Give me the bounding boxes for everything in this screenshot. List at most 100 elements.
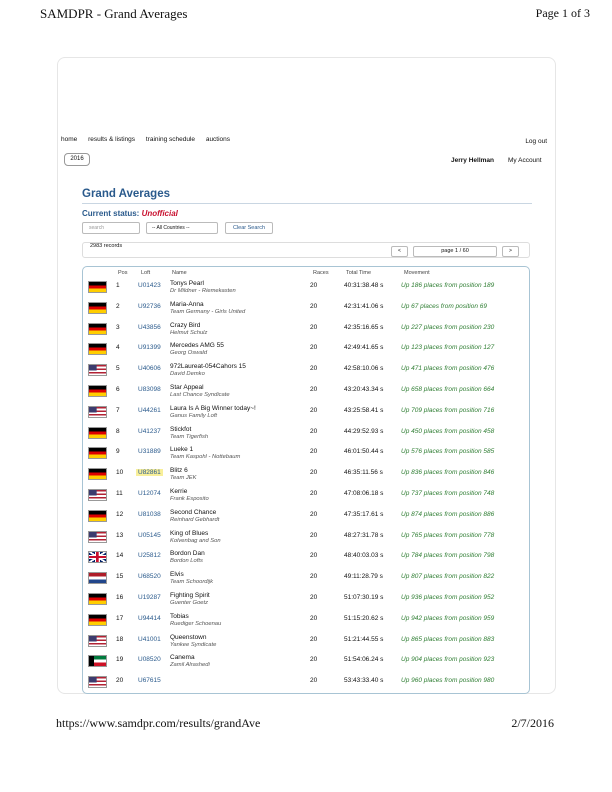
flag-icon [88, 509, 107, 522]
row-movement: Up 576 places from position 585 [401, 448, 495, 456]
row-loft-link[interactable]: U43856 [138, 324, 161, 331]
table-row[interactable]: 19 U08520 Canema Zamil Alrashedi 20 51:54:06.… [84, 653, 528, 674]
row-races: 20 [310, 594, 318, 601]
row-bird-name[interactable]: Lueke 1 [170, 446, 193, 453]
row-loft-link[interactable]: U44261 [138, 407, 161, 414]
row-owner: Team Tigerfish [170, 433, 209, 440]
table-row[interactable]: 4 U91399 Mercedes AMG 55 Georg Oswald 20 42:4… [84, 341, 528, 362]
row-movement: Up 227 places from position 230 [401, 323, 495, 331]
table-row[interactable]: 11 U12074 Kerrie Frank Esposito 20 47:08:06.1… [84, 487, 528, 508]
user-name: Jerry Hellman [451, 157, 494, 164]
flag-icon [88, 385, 107, 397]
row-bird-name[interactable]: Canema [170, 654, 195, 661]
row-bird-name[interactable]: Stickfot [170, 426, 191, 433]
status-value: Unofficial [141, 209, 178, 218]
table-row[interactable]: 1 U01423 Tonys Pearl Dr Mildner - Riemekast… [84, 279, 528, 300]
clear-search-button[interactable]: Clear Search [225, 222, 273, 234]
row-loft-link[interactable]: U12074 [138, 490, 161, 497]
row-bird-name[interactable]: Blitz 6 [170, 467, 188, 474]
row-total-time: 48:27:31.78 s [344, 531, 384, 539]
search-input[interactable]: search [82, 222, 140, 234]
row-bird-name[interactable]: Mercedes AMG 55 [170, 342, 224, 349]
row-movement: Up 807 places from position 822 [401, 573, 495, 581]
row-bird-name[interactable]: Laura Is A Big Winner today~! [170, 405, 256, 412]
table-row[interactable]: 20 U67615 20 53:43:33.40 s Up 960 places fro… [84, 674, 528, 695]
row-bird-name[interactable]: Star Appeal [170, 384, 204, 391]
row-position: 4 [116, 344, 120, 352]
table-row[interactable]: 10 U82861 Blitz 6 Team JEK 20 46:35:11.56 s Up… [84, 466, 528, 487]
row-loft-link[interactable]: U19287 [138, 594, 161, 601]
records-count: 2983 records [90, 243, 123, 249]
table-row[interactable]: 9 U31889 Lueke 1 Team Kaspohl - Nottebaum 20… [84, 445, 528, 466]
next-page-button[interactable]: > [502, 246, 519, 257]
table-row[interactable]: 12 U81038 Second Chance Reinhard Gebhardt 20… [84, 508, 528, 529]
row-bird-name[interactable]: Kerrie [170, 488, 187, 495]
row-loft-link[interactable]: U94414 [138, 615, 161, 622]
row-position: 14 [116, 552, 124, 560]
row-loft-link[interactable]: U67615 [138, 677, 161, 684]
row-position: 15 [116, 573, 124, 581]
row-owner: Team Schoordijk [170, 579, 213, 586]
season-selector[interactable]: 2016 [64, 153, 90, 166]
row-races: 20 [310, 282, 318, 289]
row-bird-name[interactable]: Fighting Spirit [170, 592, 210, 599]
logout-link[interactable]: Log out [525, 138, 547, 145]
row-loft-link[interactable]: U41001 [138, 636, 161, 643]
row-loft-link[interactable]: U31889 [138, 448, 161, 455]
row-bird-name[interactable]: 972Laureat-054Cahors 15 [170, 363, 246, 370]
country-filter-select[interactable]: -- All Countries -- [146, 222, 218, 234]
row-loft-link[interactable]: U25812 [138, 552, 161, 559]
row-position: 3 [116, 323, 120, 331]
row-loft-link[interactable]: U91399 [138, 344, 161, 351]
row-total-time: 42:31:41.06 s [344, 302, 384, 310]
flag-icon [88, 468, 107, 481]
row-races: 20 [310, 573, 318, 581]
row-position: 10 [116, 469, 124, 477]
row-races: 20 [310, 302, 318, 310]
table-row[interactable]: 5 U40606 972Laureat-054Cahors 15 David Demk… [84, 362, 528, 383]
nav-auctions[interactable]: auctions [206, 136, 230, 143]
row-loft-link[interactable]: U83098 [138, 386, 161, 393]
row-bird-name[interactable]: Maria-Anna [170, 301, 204, 308]
my-account-link[interactable]: My Account [508, 157, 542, 164]
row-loft-link[interactable]: U82861 [136, 469, 163, 477]
row-bird-name[interactable]: Bordon Dan [170, 550, 205, 557]
print-date: 2/7/2016 [511, 716, 554, 730]
nav-results-listings[interactable]: results & listings [88, 136, 135, 143]
row-loft-link[interactable]: U41237 [138, 428, 161, 435]
table-row[interactable]: 2 U92736 Maria-Anna Team Germany - Girls Un… [84, 300, 528, 321]
row-loft-link[interactable]: U92736 [138, 303, 161, 310]
row-bird-name[interactable]: Queenstown [170, 634, 207, 641]
row-position: 17 [116, 614, 124, 622]
row-total-time: 47:35:17.61 s [344, 510, 384, 518]
row-movement: Up 123 places from position 127 [401, 344, 495, 352]
row-loft-link[interactable]: U81038 [138, 511, 161, 518]
table-row[interactable]: 14 U25812 Bordon Dan Bordon Lofts 20 48:40:03… [84, 549, 528, 570]
row-bird-name[interactable]: Elvis [170, 571, 184, 578]
table-row[interactable]: 17 U94414 Tobias Ruediger Schoenau 20 51:15:2… [84, 612, 528, 633]
table-row[interactable]: 13 U05145 King of Blues Kolvenbag and Son 20… [84, 529, 528, 550]
row-loft-link[interactable]: U05145 [138, 532, 161, 539]
row-bird-name[interactable]: Tobias [170, 613, 189, 620]
nav-home[interactable]: home [61, 136, 77, 143]
row-loft-link[interactable]: U68520 [138, 573, 161, 580]
table-row[interactable]: 7 U44261 Laura Is A Big Winner today~! Ganu… [84, 404, 528, 425]
table-row[interactable]: 3 U43856 Crazy Bird Helmut Schulz 20 42:35:16… [84, 321, 528, 342]
row-bird-name[interactable]: Crazy Bird [170, 322, 200, 329]
page-indicator[interactable]: page 1 / 60 [413, 246, 497, 257]
prev-page-button[interactable]: < [391, 246, 408, 257]
row-bird-name[interactable]: King of Blues [170, 530, 208, 537]
table-row[interactable]: 6 U83098 Star Appeal Last Chance Syndicate 2… [84, 383, 528, 404]
table-row[interactable]: 16 U19287 Fighting Spirit Guenter Goetz 20 51… [84, 591, 528, 612]
row-races: 20 [310, 365, 318, 373]
row-loft-link[interactable]: U01423 [138, 282, 161, 289]
nav-training-schedule[interactable]: training schedule [146, 136, 195, 143]
column-header-movement: Movement [404, 270, 430, 276]
table-row[interactable]: 8 U41237 Stickfot Team Tigerfish 20 44:29:52.… [84, 425, 528, 446]
table-row[interactable]: 15 U68520 Elvis Team Schoordijk 20 49:11:28.7… [84, 570, 528, 591]
row-loft-link[interactable]: U40606 [138, 365, 161, 372]
row-bird-name[interactable]: Tonys Pearl [170, 280, 204, 287]
row-loft-link[interactable]: U08520 [138, 656, 161, 663]
table-row[interactable]: 18 U41001 Queenstown Yankee Syndicate 20 51:2… [84, 633, 528, 654]
row-bird-name[interactable]: Second Chance [170, 509, 216, 516]
